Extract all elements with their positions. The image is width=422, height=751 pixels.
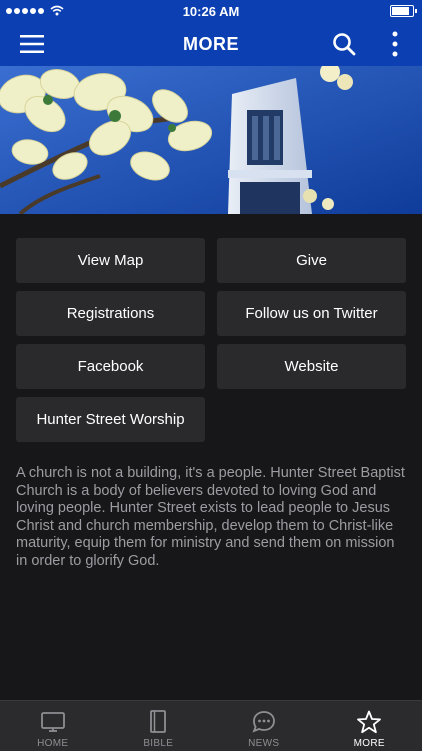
church-steeple-dogwood-photo [0, 66, 422, 214]
registrations-button[interactable]: Registrations [16, 291, 205, 336]
tab-more-label: MORE [354, 738, 385, 749]
battery-fill [392, 7, 409, 15]
book-icon [145, 710, 171, 734]
worship-button[interactable]: Hunter Street Worship [16, 397, 205, 442]
tv-icon [40, 710, 66, 734]
tab-bible-label: BIBLE [143, 738, 173, 749]
tab-home-label: HOME [37, 738, 68, 749]
search-icon[interactable] [332, 32, 356, 56]
star-icon [356, 710, 382, 734]
twitter-button[interactable]: Follow us on Twitter [217, 291, 406, 336]
website-button[interactable]: Website [217, 344, 406, 389]
tab-bible[interactable]: BIBLE [106, 701, 212, 751]
header-bar: MORE [0, 22, 422, 66]
view-map-button[interactable]: View Map [16, 238, 205, 283]
about-text: A church is not a building, it's a peopl… [16, 465, 408, 570]
facebook-button[interactable]: Facebook [16, 344, 205, 389]
tab-home[interactable]: HOME [0, 701, 106, 751]
page-title: MORE [0, 34, 422, 55]
give-button[interactable]: Give [217, 238, 406, 283]
tab-news[interactable]: NEWS [211, 701, 317, 751]
tab-more[interactable]: MORE [317, 701, 422, 751]
status-time: 10:26 AM [0, 4, 422, 19]
battery-icon [390, 5, 414, 17]
chat-bubble-icon [251, 710, 277, 734]
tab-news-label: NEWS [248, 738, 279, 749]
tab-bar: HOME BIBLE NEWS MORE [0, 700, 422, 751]
status-bar: 10:26 AM [0, 0, 422, 22]
hero-image [0, 66, 422, 214]
vertical-ellipsis-icon[interactable] [390, 30, 400, 58]
